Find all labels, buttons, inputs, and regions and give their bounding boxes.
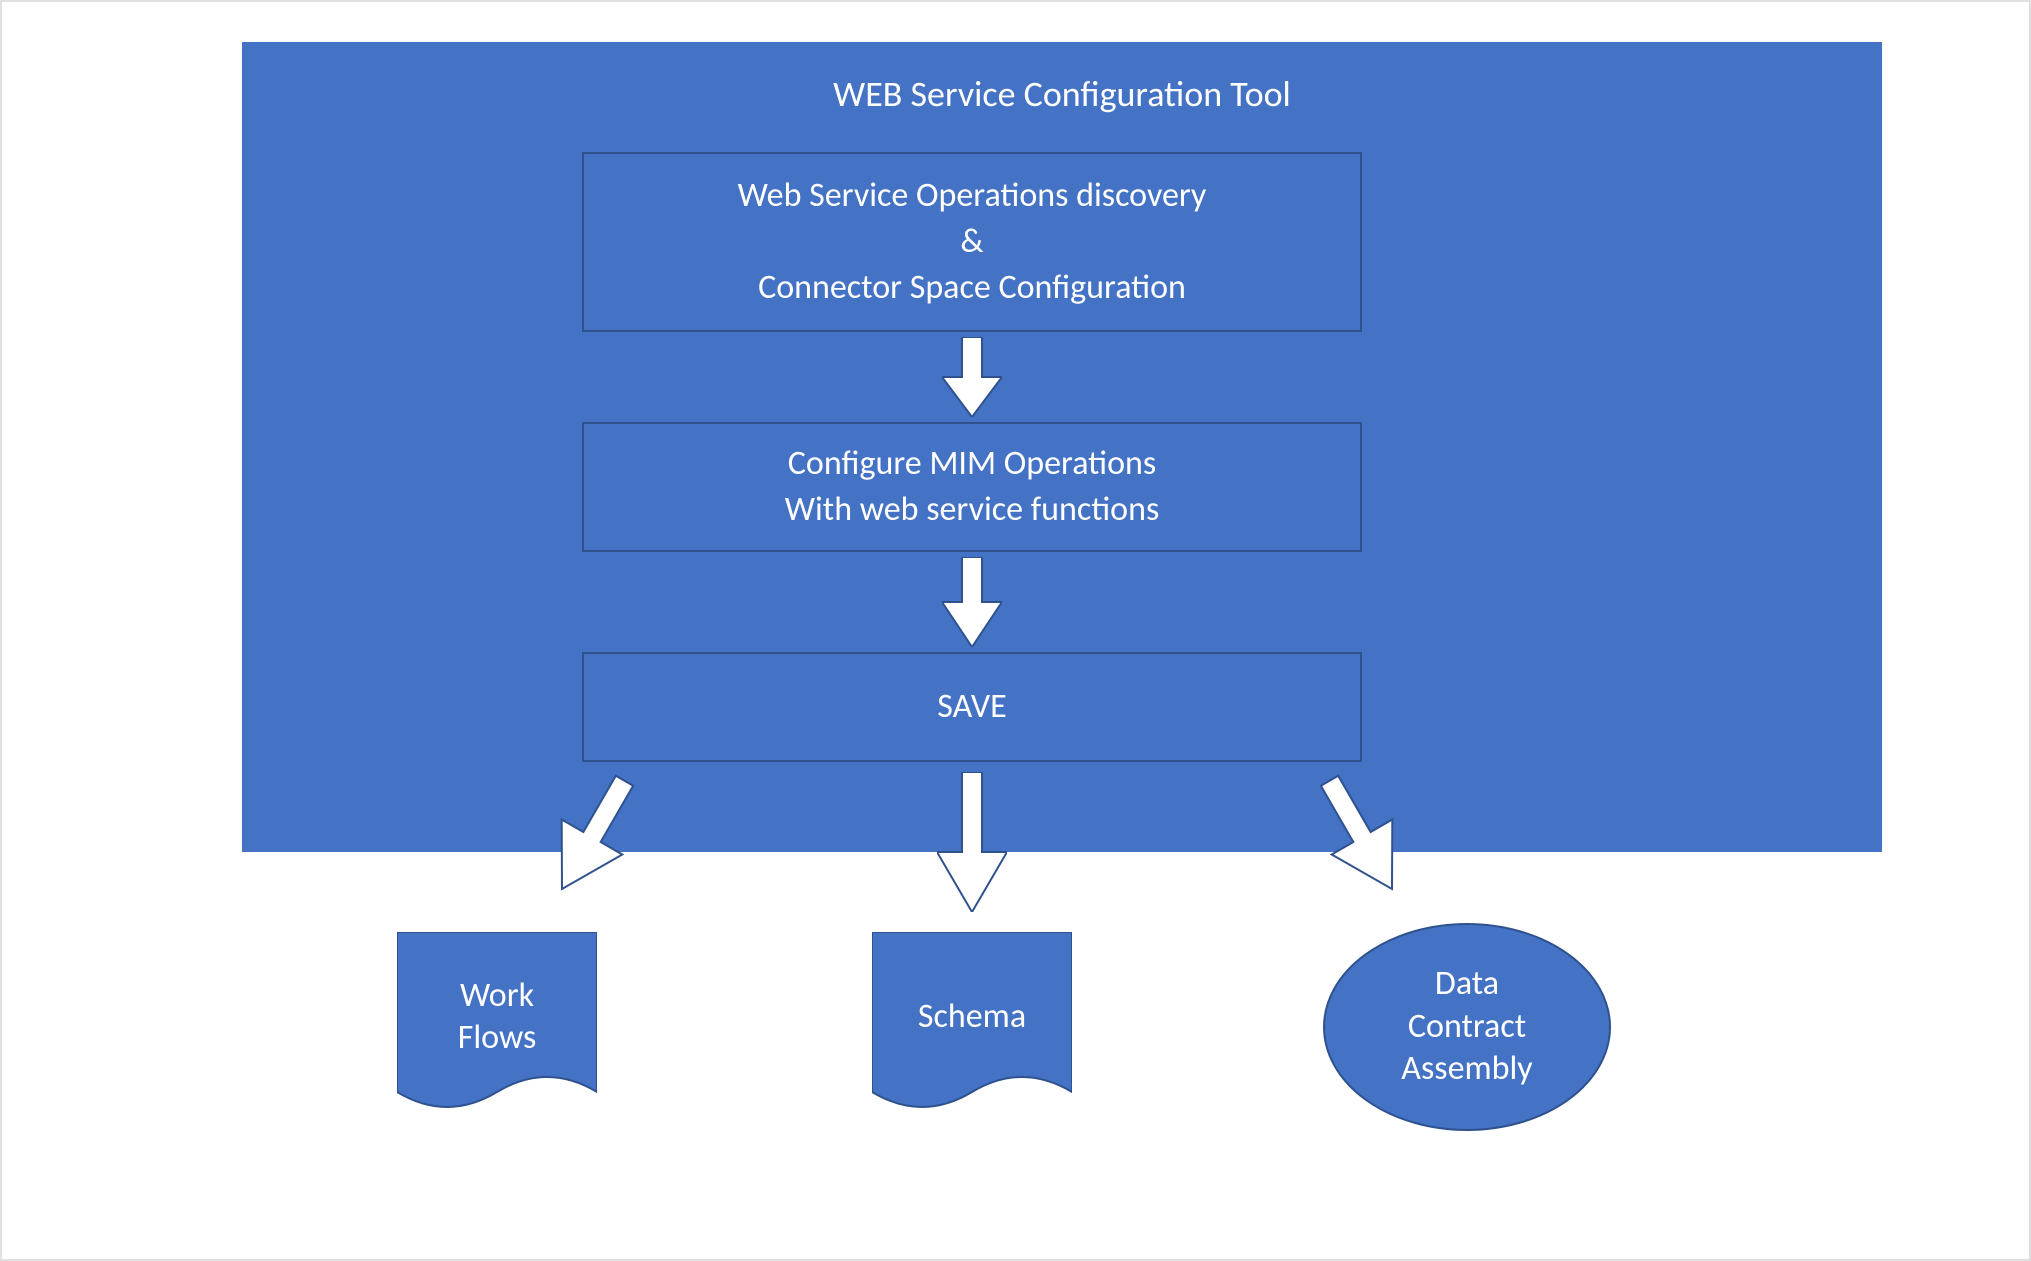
output-assembly: Data Contract Assembly xyxy=(1322,922,1612,1132)
arrow-down-icon xyxy=(937,772,1007,912)
diagram-canvas: WEB Service Configuration Tool Web Servi… xyxy=(2,2,2029,1259)
arrow-down-icon xyxy=(942,337,1002,417)
output-assembly-line2: Contract xyxy=(1408,1006,1526,1049)
arrow-down-left-icon xyxy=(532,772,652,902)
step-save: SAVE xyxy=(582,652,1362,762)
step-configure-line2: With web service functions xyxy=(785,487,1160,533)
output-workflows: Work Flows xyxy=(397,932,597,1122)
output-schema: Schema xyxy=(872,932,1072,1122)
step-configure: Configure MIM Operations With web servic… xyxy=(582,422,1362,552)
output-assembly-line1: Data xyxy=(1435,963,1499,1006)
main-title: WEB Service Configuration Tool xyxy=(242,42,1882,116)
output-schema-line1: Schema xyxy=(918,996,1026,1039)
step-discovery-line1: Web Service Operations discovery xyxy=(738,173,1207,219)
step-discovery-line2: & xyxy=(960,219,983,265)
output-workflows-line1: Work xyxy=(460,975,534,1018)
step-discovery-line3: Connector Space Configuration xyxy=(758,265,1186,311)
output-assembly-line3: Assembly xyxy=(1401,1048,1532,1091)
arrow-down-right-icon xyxy=(1302,772,1422,902)
arrow-down-icon xyxy=(942,557,1002,647)
output-workflows-line2: Flows xyxy=(458,1017,537,1060)
step-discovery: Web Service Operations discovery & Conne… xyxy=(582,152,1362,332)
step-configure-line1: Configure MIM Operations xyxy=(788,441,1156,487)
step-save-line1: SAVE xyxy=(937,684,1006,730)
